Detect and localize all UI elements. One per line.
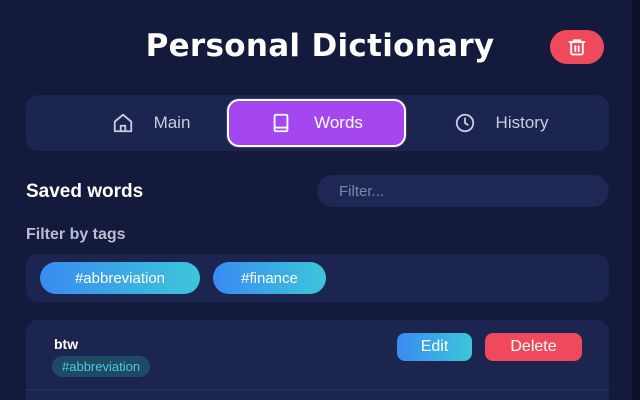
card-divider <box>26 389 609 390</box>
tag-filter-list: #abbreviation #finance <box>26 254 609 302</box>
filter-by-tags-label: Filter by tags <box>26 226 126 243</box>
tab-words[interactable]: Words <box>229 101 404 145</box>
word-tag: #abbreviation <box>52 356 151 377</box>
filter-input[interactable] <box>317 175 609 207</box>
tab-bar: Main Words History <box>26 95 609 151</box>
edit-button[interactable]: Edit <box>397 333 472 361</box>
clock-icon <box>454 112 476 134</box>
page-title: Personal Dictionary <box>145 28 495 64</box>
tab-history[interactable]: History <box>411 95 591 151</box>
tab-main[interactable]: Main <box>76 95 226 151</box>
word-title: btw <box>54 336 79 352</box>
tag-chip-finance[interactable]: #finance <box>213 262 326 294</box>
delete-button[interactable]: Delete <box>485 333 582 361</box>
clear-all-button[interactable] <box>550 30 604 64</box>
word-card: btw #abbreviation Edit Delete <box>26 320 609 400</box>
trash-icon <box>567 37 587 57</box>
tab-history-label: History <box>495 113 549 132</box>
book-icon <box>270 112 292 134</box>
saved-words-heading: Saved words <box>26 181 144 202</box>
tab-main-label: Main <box>153 113 191 132</box>
home-icon <box>112 112 134 134</box>
tab-words-label: Words <box>314 113 363 132</box>
tag-chip-abbreviation[interactable]: #abbreviation <box>40 262 200 294</box>
